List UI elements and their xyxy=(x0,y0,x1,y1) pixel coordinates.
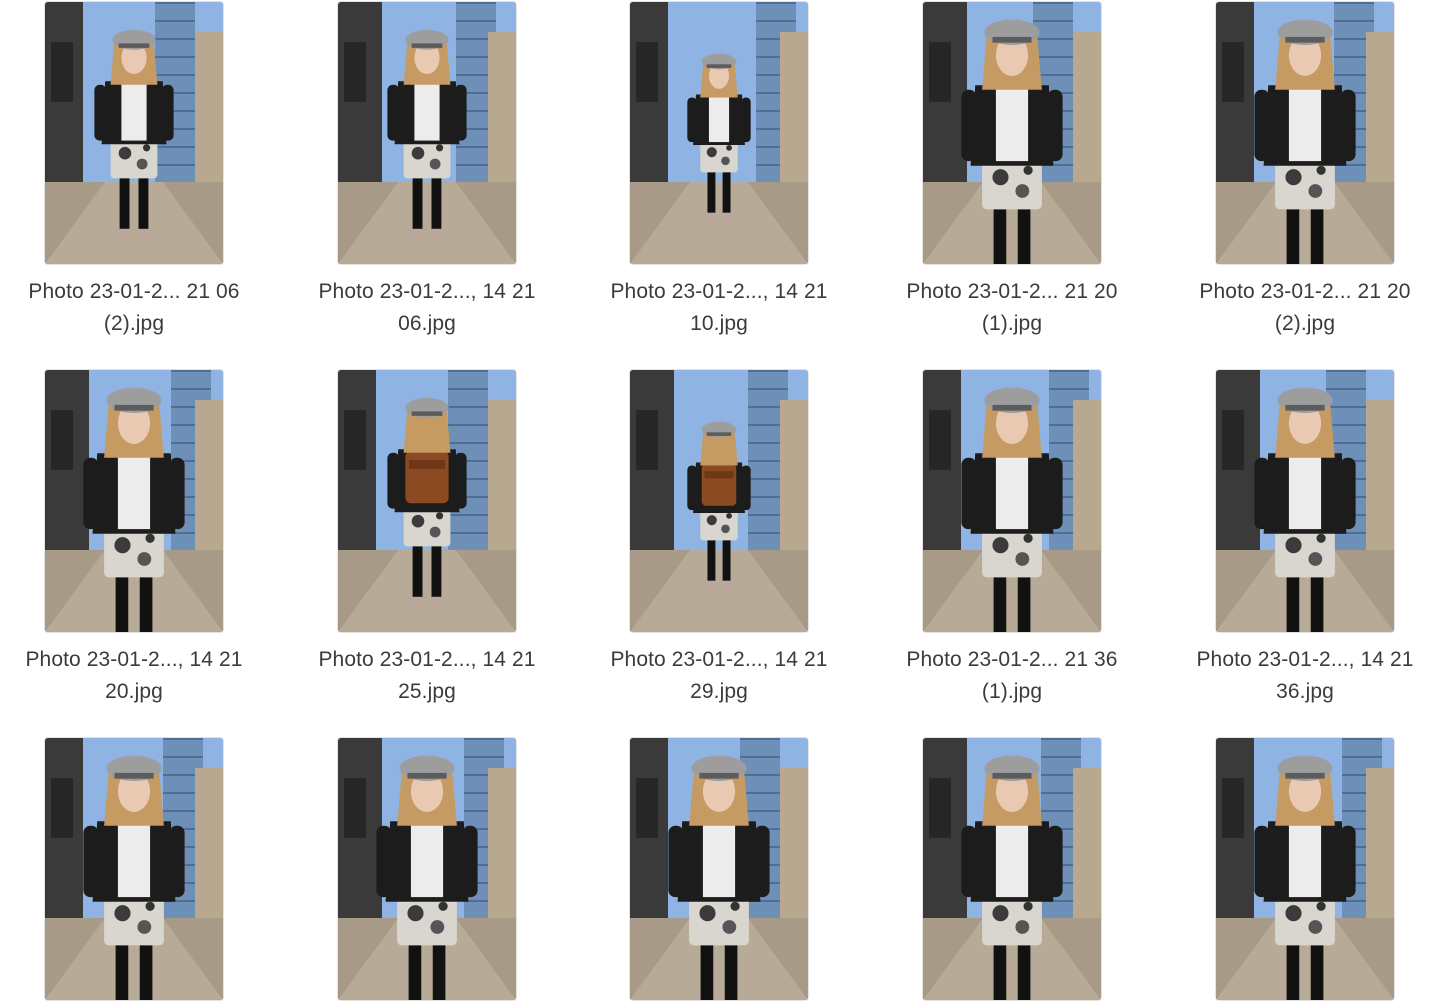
photo-thumbnail[interactable] xyxy=(630,370,808,632)
file-name-line2: 06.jpg xyxy=(398,312,456,335)
photo-thumbnail[interactable] xyxy=(45,738,223,1000)
photo-thumbnail[interactable] xyxy=(338,370,516,632)
photo-image xyxy=(338,2,516,264)
photo-thumbnail[interactable] xyxy=(45,2,223,264)
photo-image xyxy=(923,738,1101,1000)
photo-thumbnail[interactable] xyxy=(1216,370,1394,632)
file-tile[interactable]: Photo 23-01-2..., 14 21 36.jpg xyxy=(1185,370,1425,708)
photo-image xyxy=(923,2,1101,264)
file-tile[interactable]: Photo 23-01-2..., 14 21 20.jpg xyxy=(14,370,254,708)
photo-thumbnail[interactable] xyxy=(923,2,1101,264)
photo-image xyxy=(338,370,516,632)
photo-thumbnail[interactable] xyxy=(1216,738,1394,1000)
file-tile[interactable]: Photo 23-01-2... 21 06 (2).jpg xyxy=(14,2,254,340)
photo-image xyxy=(1216,738,1394,1000)
photo-thumbnail[interactable] xyxy=(338,738,516,1000)
file-name-line2: (2).jpg xyxy=(103,312,165,335)
file-name-line1: Photo 23-01-2..., 14 21 xyxy=(318,280,536,303)
file-name-line1: Photo 23-01-2... 21 20 xyxy=(1199,280,1411,303)
photo-image xyxy=(45,738,223,1000)
file-tile[interactable]: Photo 23-01-2..., 14 21 29.jpg xyxy=(599,370,839,708)
file-name-line2: (1).jpg xyxy=(981,312,1043,335)
file-tile[interactable] xyxy=(1185,738,1425,1000)
photo-thumbnail[interactable] xyxy=(338,2,516,264)
file-tile[interactable]: Photo 23-01-2..., 14 21 25.jpg xyxy=(307,370,547,708)
photo-image xyxy=(45,370,223,632)
file-tile[interactable] xyxy=(892,738,1132,1000)
file-name-line2: 20.jpg xyxy=(105,680,163,703)
photo-thumbnail[interactable] xyxy=(923,738,1101,1000)
file-name: Photo 23-01-2..., 14 21 29.jpg xyxy=(599,644,839,708)
file-tile[interactable]: Photo 23-01-2... 21 20 (2).jpg xyxy=(1185,2,1425,340)
photo-thumbnail[interactable] xyxy=(45,370,223,632)
file-name-line2: 36.jpg xyxy=(1276,680,1334,703)
photo-image xyxy=(1216,370,1394,632)
file-name: Photo 23-01-2..., 14 21 10.jpg xyxy=(599,276,839,340)
file-name: Photo 23-01-2... 21 20 (1).jpg xyxy=(892,276,1132,340)
photo-image xyxy=(630,738,808,1000)
file-tile[interactable]: Photo 23-01-2..., 14 21 06.jpg xyxy=(307,2,547,340)
photo-image xyxy=(45,2,223,264)
file-name: Photo 23-01-2..., 14 21 36.jpg xyxy=(1185,644,1425,708)
file-name-line1: Photo 23-01-2..., 14 21 xyxy=(610,648,828,671)
file-name-line1: Photo 23-01-2... 21 06 xyxy=(28,280,240,303)
file-tile[interactable] xyxy=(599,738,839,1000)
file-tile[interactable]: Photo 23-01-2..., 14 21 10.jpg xyxy=(599,2,839,340)
photo-thumbnail[interactable] xyxy=(630,738,808,1000)
file-name-line1: Photo 23-01-2..., 14 21 xyxy=(25,648,243,671)
file-name: Photo 23-01-2... 21 06 (2).jpg xyxy=(14,276,254,340)
file-name-line2: (2).jpg xyxy=(1274,312,1336,335)
file-name-line2: 29.jpg xyxy=(690,680,748,703)
file-name-line1: Photo 23-01-2... 21 20 xyxy=(906,280,1118,303)
file-name-line1: Photo 23-01-2..., 14 21 xyxy=(318,648,536,671)
photo-image xyxy=(1216,2,1394,264)
photo-image xyxy=(630,2,808,264)
file-name-line2: (1).jpg xyxy=(981,680,1043,703)
photo-image xyxy=(338,738,516,1000)
photo-thumbnail[interactable] xyxy=(923,370,1101,632)
photo-thumbnail[interactable] xyxy=(630,2,808,264)
file-tile[interactable]: Photo 23-01-2... 21 20 (1).jpg xyxy=(892,2,1132,340)
photo-thumbnail[interactable] xyxy=(1216,2,1394,264)
file-name-line1: Photo 23-01-2..., 14 21 xyxy=(610,280,828,303)
file-name: Photo 23-01-2..., 14 21 20.jpg xyxy=(14,644,254,708)
file-name: Photo 23-01-2..., 14 21 25.jpg xyxy=(307,644,547,708)
file-name: Photo 23-01-2..., 14 21 06.jpg xyxy=(307,276,547,340)
file-tile[interactable]: Photo 23-01-2... 21 36 (1).jpg xyxy=(892,370,1132,708)
photo-image xyxy=(923,370,1101,632)
file-tile[interactable] xyxy=(14,738,254,1000)
file-tile[interactable] xyxy=(307,738,547,1000)
file-name-line2: 25.jpg xyxy=(398,680,456,703)
file-name-line1: Photo 23-01-2..., 14 21 xyxy=(1196,648,1414,671)
file-name: Photo 23-01-2... 21 36 (1).jpg xyxy=(892,644,1132,708)
file-name-line2: 10.jpg xyxy=(690,312,748,335)
file-name: Photo 23-01-2... 21 20 (2).jpg xyxy=(1185,276,1425,340)
file-name-line1: Photo 23-01-2... 21 36 xyxy=(906,648,1118,671)
file-grid: Photo 23-01-2... 21 06 (2).jpg Photo 23-… xyxy=(0,0,1440,1006)
photo-image xyxy=(630,370,808,632)
